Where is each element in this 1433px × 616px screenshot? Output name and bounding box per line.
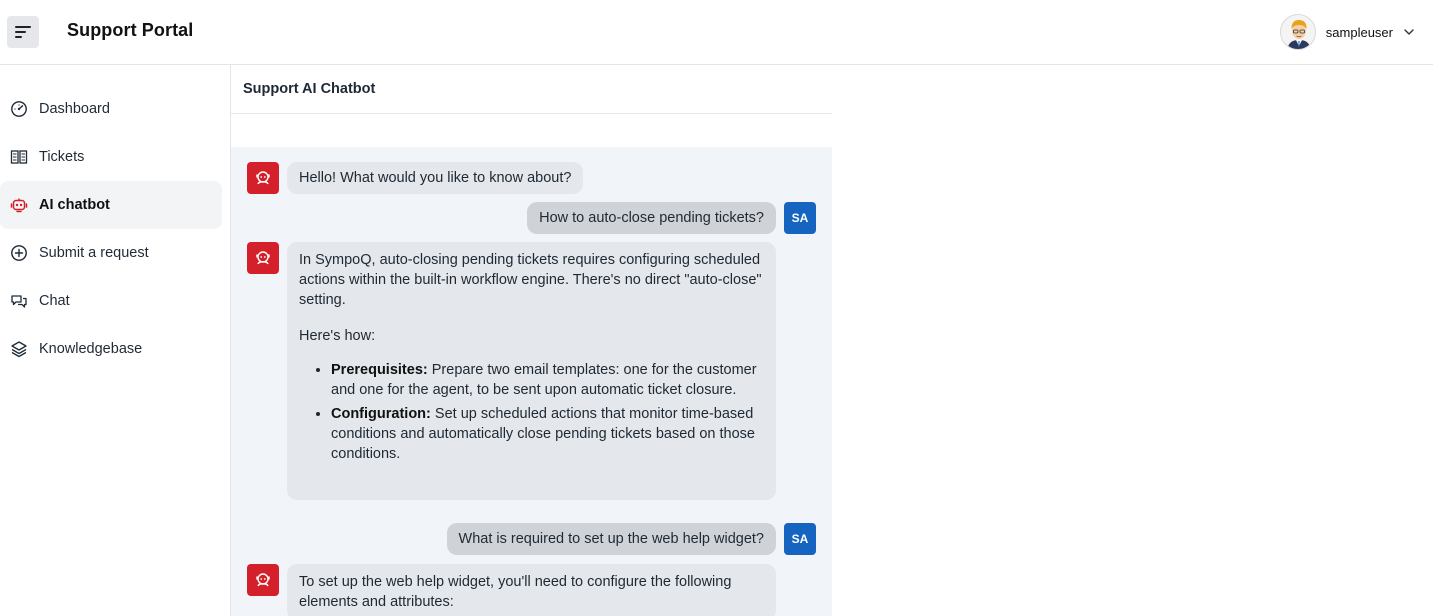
sidebar: Dashboard Tickets AI chatbot Submit a re… [0,65,231,616]
sidebar-item-label: Chat [39,293,70,309]
chevron-down-icon[interactable] [1403,26,1415,38]
plus-circle-icon [10,244,28,262]
chat-icon [10,292,28,310]
user-message: How to auto-close pending tickets? SA [527,202,816,234]
menu-toggle-button[interactable] [7,16,39,48]
sidebar-item-label: AI chatbot [39,197,110,213]
dashboard-icon [10,100,28,118]
bot-message: To set up the web help widget, you'll ne… [247,564,776,616]
top-bar: Support Portal sampleuser [0,0,1433,65]
avatar[interactable] [1279,14,1316,50]
tickets-icon [10,148,28,166]
robot-icon [256,251,270,265]
sidebar-item-ai-chatbot[interactable]: AI chatbot [0,181,222,229]
robot-icon [256,171,270,185]
sidebar-item-chat[interactable]: Chat [0,277,222,325]
bot-avatar [247,162,279,194]
list-item: Prerequisites: Prepare two email templat… [331,360,764,400]
sidebar-item-knowledgebase[interactable]: Knowledgebase [0,325,222,373]
list-item: Configuration: Set up scheduled actions … [331,404,764,464]
sidebar-item-label: Dashboard [39,101,110,117]
sidebar-item-submit-request[interactable]: Submit a request [0,229,222,277]
bot-paragraph: Here's how: [299,328,376,344]
bot-message-text: In SympoQ, auto-closing pending tickets … [287,242,776,500]
sidebar-item-dashboard[interactable]: Dashboard [0,85,222,133]
sidebar-item-tickets[interactable]: Tickets [0,133,222,181]
robot-icon [256,573,270,587]
user-initials-badge: SA [784,202,816,234]
user-message-text: What is required to set up the web help … [446,523,776,555]
sidebar-item-label: Submit a request [39,245,149,261]
bot-avatar [247,242,279,274]
bot-list: Prerequisites: Prepare two email templat… [331,360,764,464]
chat-panel: Support AI Chatbot Hello! What would you… [231,65,832,616]
list-item-term: Configuration: [331,406,431,422]
chat-messages[interactable]: Hello! What would you like to know about… [231,147,832,616]
bot-message: In SympoQ, auto-closing pending tickets … [247,242,776,500]
sidebar-item-label: Knowledgebase [39,341,143,357]
app-title: Support Portal [67,20,194,40]
list-item-term: Prerequisites: [331,362,428,378]
sidebar-item-label: Tickets [39,149,85,165]
bot-message: Hello! What would you like to know about… [247,162,584,194]
menu-icon [15,26,31,38]
user-menu[interactable]: sampleuser [1279,14,1415,50]
bot-message-text: To set up the web help widget, you'll ne… [287,564,776,616]
bot-message-text: Hello! What would you like to know about… [287,162,584,194]
user-message: What is required to set up the web help … [446,523,816,555]
bot-avatar [247,564,279,596]
username[interactable]: sampleuser [1326,25,1393,40]
layers-icon [10,340,28,358]
user-initials-badge: SA [784,523,816,555]
chat-title: Support AI Chatbot [231,65,832,114]
user-message-text: How to auto-close pending tickets? [527,202,776,234]
bot-paragraph: In SympoQ, auto-closing pending tickets … [299,252,762,308]
robot-icon [10,196,28,214]
